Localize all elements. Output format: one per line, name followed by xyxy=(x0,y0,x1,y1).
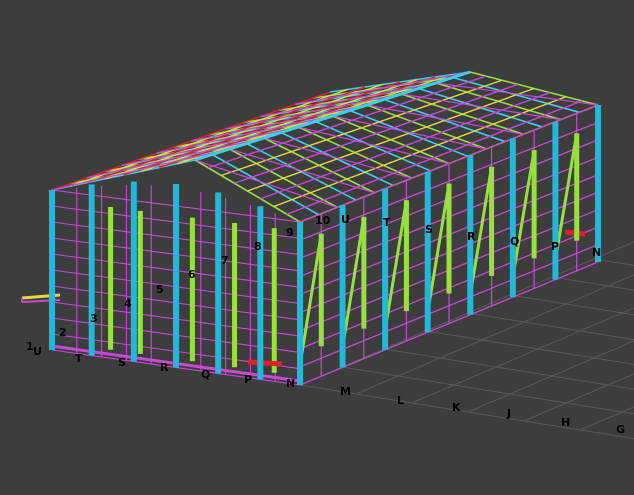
grid-number-6: 6 xyxy=(188,268,196,281)
front-axis-label-r: R xyxy=(160,361,169,374)
grid-number-9: 9 xyxy=(286,226,294,239)
structure-model[interactable]: M L K J H G U T S R Q P N 1 2 3 4 5 6 7 … xyxy=(0,0,634,495)
far-label-t: T xyxy=(383,216,391,229)
ground-grid-line xyxy=(467,340,634,413)
grid-number-7: 7 xyxy=(221,254,229,267)
far-label-p: P xyxy=(551,240,559,253)
front-axis-label-u: U xyxy=(33,345,42,358)
far-label-10: 10 xyxy=(315,214,331,227)
red-member xyxy=(247,359,283,367)
far-label-s: S xyxy=(425,223,433,236)
ground-grid-line xyxy=(341,366,634,415)
ground-axis-label-j: J xyxy=(506,407,511,420)
grid-number-3: 3 xyxy=(90,312,98,325)
roof-bracing xyxy=(229,148,375,194)
grid-number-8: 8 xyxy=(254,240,262,253)
front-axis-label-s: S xyxy=(118,356,126,369)
grid-number-1: 1 xyxy=(26,340,34,353)
front-axis-label-q: Q xyxy=(201,368,210,381)
far-label-q: Q xyxy=(510,235,519,248)
front-axis-label-t: T xyxy=(75,352,83,365)
grid-number-4: 4 xyxy=(124,297,132,310)
grid-number-2: 2 xyxy=(59,326,67,339)
ground-axis-label-k: K xyxy=(452,401,461,414)
grid-number-5: 5 xyxy=(156,283,164,296)
ground-grid-line xyxy=(425,330,634,365)
ground-axis-label-l: L xyxy=(397,394,404,407)
ground-grid-line xyxy=(411,307,634,404)
ground-axis-label-m: M xyxy=(340,385,351,398)
roof-bracing xyxy=(51,148,230,191)
ground-grid xyxy=(299,241,634,440)
far-label-r: R xyxy=(467,230,476,243)
front-axis-label-p: P xyxy=(244,373,252,386)
front-axis-label-n: N xyxy=(286,377,295,390)
3d-viewport[interactable]: M L K J H G U T S R Q P N 1 2 3 4 5 6 7 … xyxy=(0,0,634,495)
far-label-n: N xyxy=(592,246,601,259)
ground-grid-line xyxy=(355,274,634,395)
far-label-u: U xyxy=(341,213,350,226)
ground-axis-label-h: H xyxy=(561,416,570,429)
ground-axis-label-g: G xyxy=(616,423,625,436)
